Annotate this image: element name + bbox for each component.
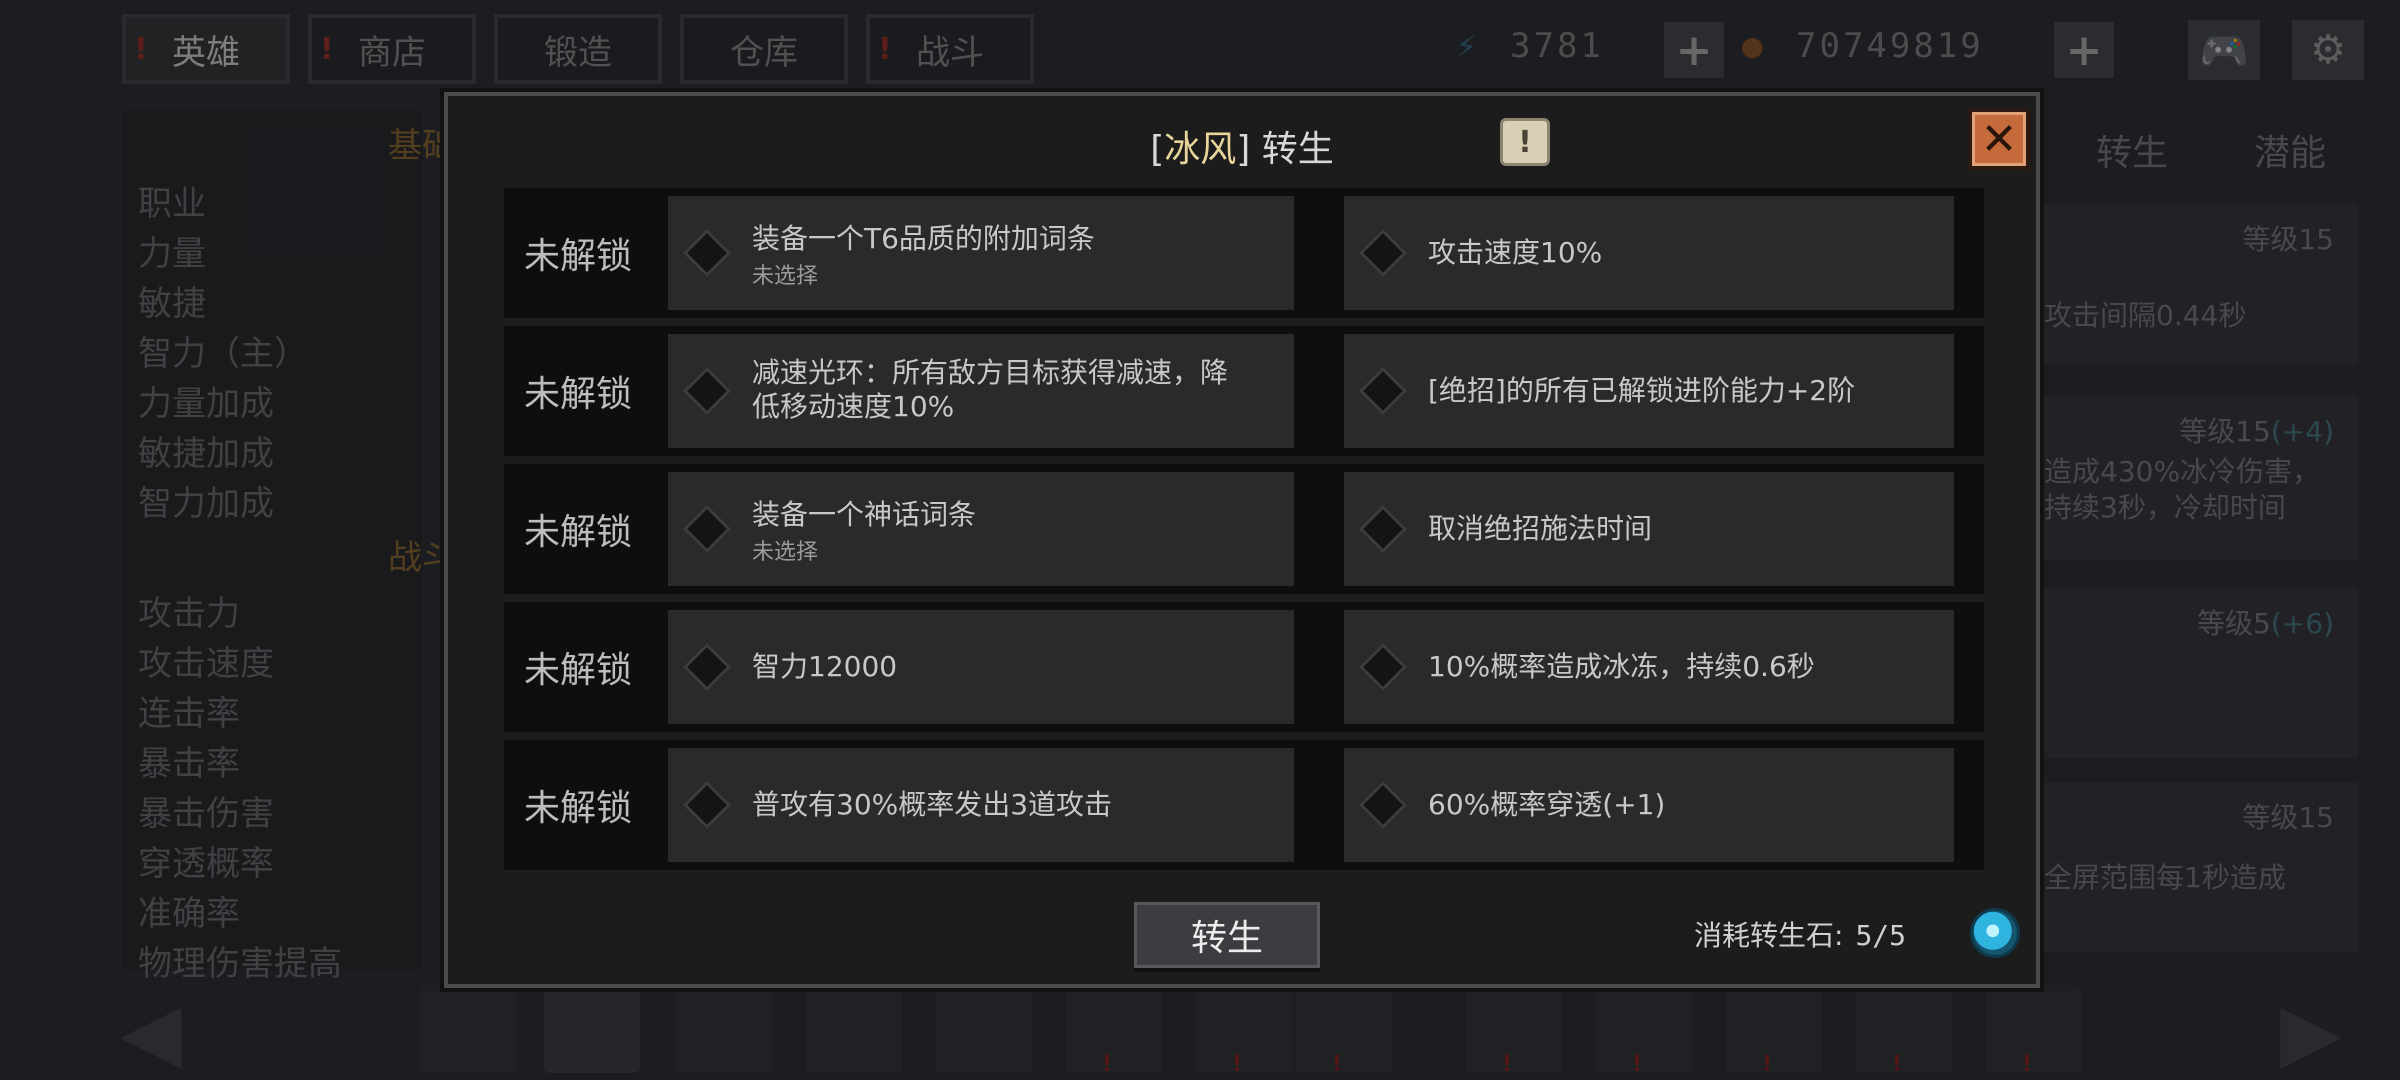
lock-status: 未解锁 [524, 650, 633, 691]
hero-name: 冰风 [1164, 129, 1237, 170]
reward-text: 60%概率穿透(+1) [1428, 788, 1666, 821]
reward-text: 10%概率造成冰冻，持续0.6秒 [1428, 650, 1815, 683]
diamond-icon [682, 228, 732, 278]
requirement-text: 智力12000 [752, 650, 898, 683]
rebirth-tier-row: 未解锁 普攻有30%概率发出3道攻击 60%概率穿透(+1) [504, 740, 1984, 870]
rebirth-reward: 10%概率造成冰冻，持续0.6秒 [1344, 610, 1954, 724]
rebirth-cost: 消耗转生石: 5/5 [1694, 914, 1906, 954]
diamond-icon [682, 642, 732, 692]
rebirth-reward: [绝招]的所有已解锁进阶能力+2阶 [1344, 334, 1954, 448]
rebirth-stone-icon [1970, 908, 2020, 958]
reward-text: 取消绝招施法时间 [1428, 512, 1653, 545]
reward-text: [绝招]的所有已解锁进阶能力+2阶 [1428, 374, 1856, 407]
cost-label: 消耗转生石: [1694, 919, 1844, 952]
diamond-icon [682, 504, 732, 554]
rebirth-requirement[interactable]: 减速光环：所有敌方目标获得减速，降 低移动速度10% [668, 334, 1294, 448]
lock-status: 未解锁 [524, 512, 633, 553]
requirement-text: 减速光环：所有敌方目标获得减速，降 低移动速度10% [752, 356, 1229, 423]
reward-text: 攻击速度10% [1428, 236, 1603, 269]
requirement-text: 装备一个神话词条 [752, 498, 977, 531]
close-button[interactable]: ✕ [1968, 108, 2030, 170]
diamond-icon [1358, 228, 1408, 278]
rebirth-reward: 攻击速度10% [1344, 196, 1954, 310]
diamond-icon [1358, 504, 1408, 554]
rebirth-tier-row: 未解锁 智力12000 10%概率造成冰冻，持续0.6秒 [504, 602, 1984, 732]
diamond-icon [1358, 366, 1408, 416]
rebirth-requirement[interactable]: 装备一个神话词条 未选择 [668, 472, 1294, 586]
rebirth-tier-row: 未解锁 减速光环：所有敌方目标获得减速，降 低移动速度10% [绝招]的所有已解… [504, 326, 1984, 456]
rebirth-requirement[interactable]: 普攻有30%概率发出3道攻击 [668, 748, 1294, 862]
cost-value: 5/5 [1855, 919, 1907, 952]
requirement-subtext: 未选择 [752, 540, 819, 565]
requirement-text: 普攻有30%概率发出3道攻击 [752, 788, 1113, 821]
dialog-title: [冰风] 转生 [1150, 129, 1334, 170]
lock-status: 未解锁 [524, 374, 633, 415]
diamond-icon [682, 780, 732, 830]
rebirth-tier-row: 未解锁 装备一个神话词条 未选择 取消绝招施法时间 [504, 464, 1984, 594]
rebirth-requirement[interactable]: 装备一个T6品质的附加词条 未选择 [668, 196, 1294, 310]
rebirth-dialog: [冰风] 转生 ! ✕ 未解锁 装备一个T6品质的附加词条 未选择 攻击速度10… [444, 92, 2040, 988]
diamond-icon [682, 366, 732, 416]
requirement-subtext: 未选择 [752, 264, 819, 289]
help-icon[interactable]: ! [1500, 118, 1550, 166]
rebirth-reward: 60%概率穿透(+1) [1344, 748, 1954, 862]
rebirth-requirement[interactable]: 智力12000 [668, 610, 1294, 724]
lock-status: 未解锁 [524, 236, 633, 277]
diamond-icon [1358, 642, 1408, 692]
rebirth-reward: 取消绝招施法时间 [1344, 472, 1954, 586]
requirement-text: 装备一个T6品质的附加词条 [752, 222, 1095, 255]
rebirth-tier-row: 未解锁 装备一个T6品质的附加词条 未选择 攻击速度10% [504, 188, 1984, 318]
lock-status: 未解锁 [524, 788, 633, 829]
diamond-icon [1358, 780, 1408, 830]
rebirth-button[interactable]: 转生 [1134, 902, 1320, 968]
